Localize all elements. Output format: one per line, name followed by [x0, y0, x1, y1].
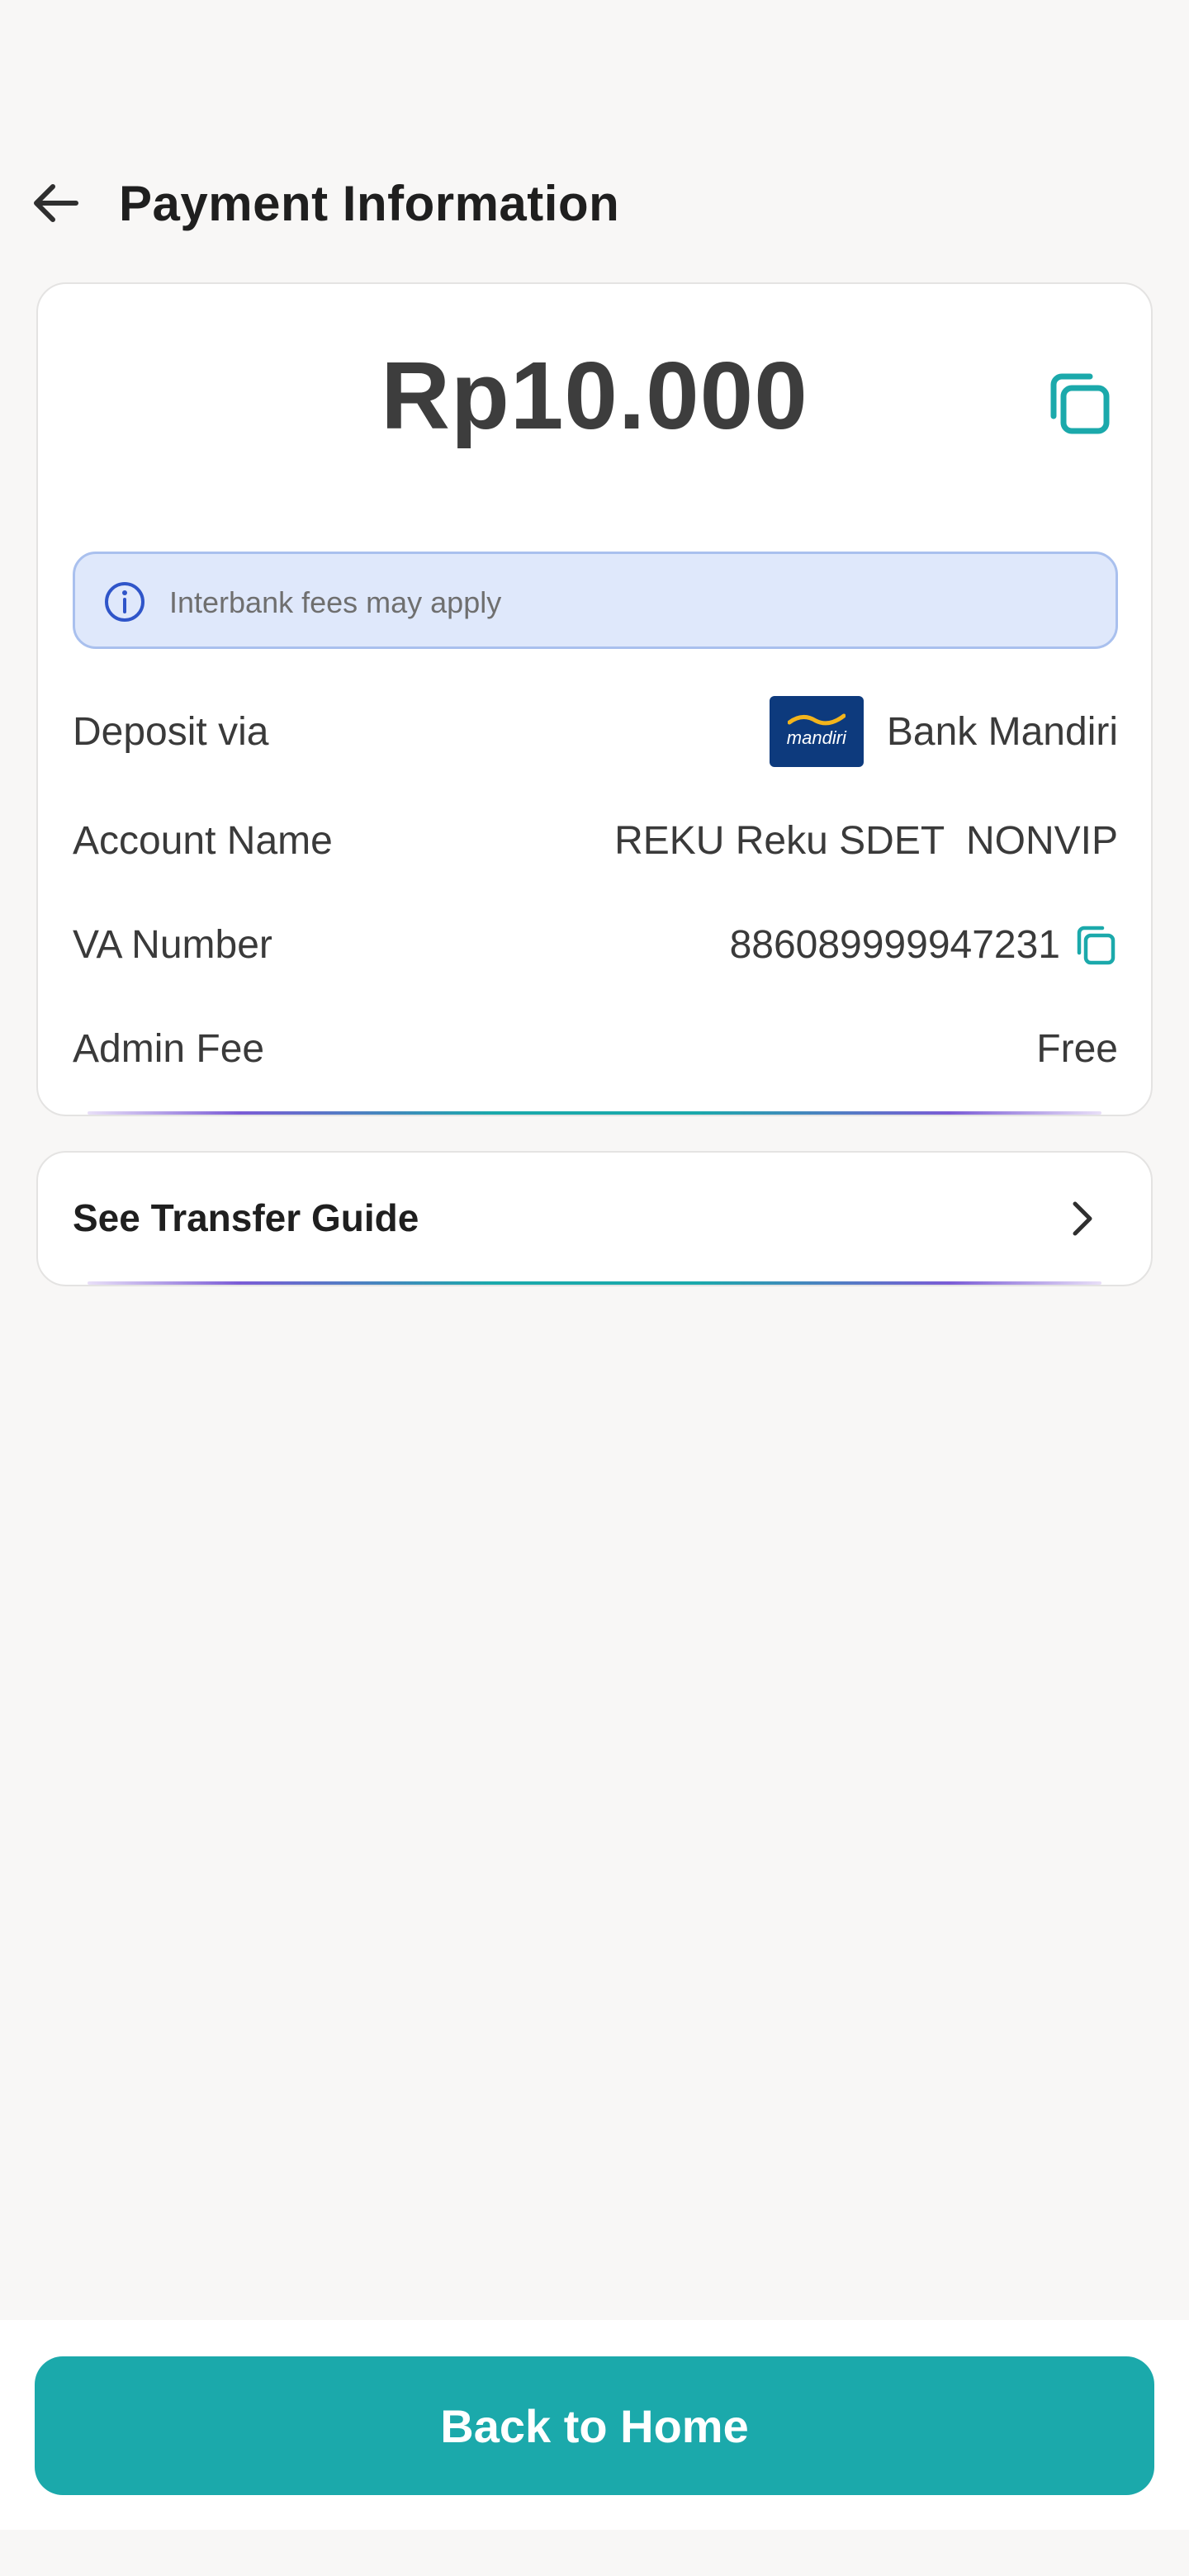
bank-logo-text: mandiri [786, 727, 846, 748]
admin-fee-row: Admin Fee Free [73, 1016, 1118, 1082]
copy-icon[interactable] [1072, 921, 1118, 968]
payment-amount: Rp10.000 [381, 342, 808, 449]
copy-icon[interactable] [1042, 367, 1115, 439]
va-number-value-wrap: 886089999947231 [730, 921, 1118, 968]
info-circle-icon [105, 582, 144, 622]
bank-name: Bank Mandiri [886, 709, 1118, 754]
deposit-via-label: Deposit via [73, 709, 269, 754]
va-number-value: 886089999947231 [729, 922, 1060, 967]
payment-card: Rp10.000 Interbank fees may apply Deposi… [36, 282, 1153, 1116]
bank-mandiri-logo: mandiri [769, 696, 864, 767]
account-name-label: Account Name [73, 818, 333, 863]
chevron-right-icon [1073, 1201, 1092, 1236]
va-number-label: VA Number [73, 922, 272, 967]
account-name-row: Account Name REKU Reku SDET NONVIP [73, 807, 1118, 874]
deposit-via-row: Deposit via mandiri Bank Mandiri [73, 696, 1118, 767]
footer-bar: Back to Home [0, 2320, 1189, 2530]
app-header: Payment Information [0, 165, 1189, 239]
arrow-left-icon [34, 184, 78, 222]
mandiri-wave-icon [787, 713, 846, 726]
back-to-home-label: Back to Home [440, 2399, 749, 2452]
va-number-row: VA Number 886089999947231 [73, 912, 1118, 978]
back-button[interactable] [30, 177, 83, 230]
admin-fee-value: Free [1036, 1026, 1118, 1071]
deposit-via-value: mandiri Bank Mandiri [769, 696, 1118, 767]
page-title: Payment Information [119, 176, 620, 231]
admin-fee-label: Admin Fee [73, 1026, 265, 1071]
fee-notice: Interbank fees may apply [73, 552, 1118, 649]
fee-notice-text: Interbank fees may apply [169, 585, 502, 619]
transfer-guide-label: See Transfer Guide [73, 1196, 419, 1239]
back-to-home-button[interactable]: Back to Home [35, 2356, 1154, 2495]
transfer-guide-card[interactable]: See Transfer Guide [36, 1151, 1153, 1286]
account-name-value: REKU Reku SDET NONVIP [614, 818, 1118, 863]
